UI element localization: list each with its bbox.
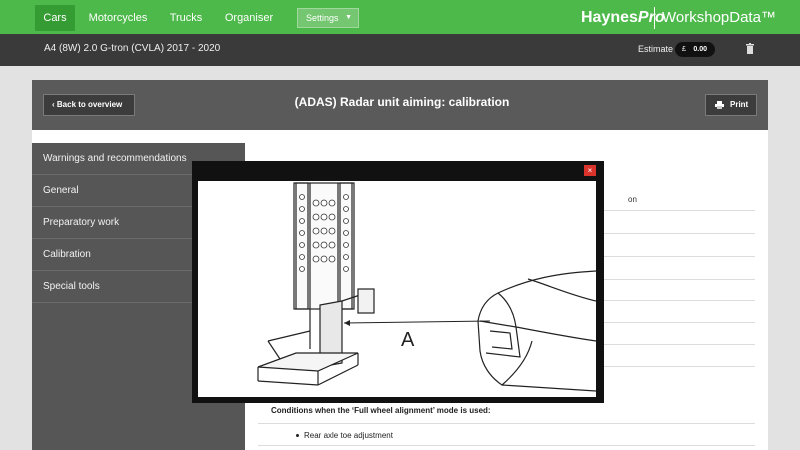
page-title: (ADAS) Radar unit aiming: calibration (294, 95, 510, 109)
conditions-heading: Conditions when the ‘Full wheel alignmen… (271, 406, 491, 415)
list-item-text: Rear axle toe adjustment (304, 431, 393, 440)
estimate-currency: £ (682, 46, 686, 53)
brand-product: WorkshopData™ (662, 9, 776, 26)
nav-tab-cars[interactable]: Cars (35, 5, 75, 31)
settings-label: Settings (306, 13, 339, 23)
vehicle-bar: A4 (8W) 2.0 G-tron (CVLA) 2017 - 2020 Es… (0, 34, 800, 66)
content-divider (258, 445, 755, 446)
nav-tab-organiser[interactable]: Organiser (219, 5, 279, 31)
trash-icon[interactable] (746, 43, 754, 54)
back-to-overview-button[interactable]: ‹ Back to overview (43, 94, 135, 116)
estimate-amount: 0.00 (693, 46, 707, 53)
figure-modal: × A (192, 161, 604, 403)
brand-pro: Pro (637, 9, 665, 26)
brand-haynes: Haynes (581, 9, 638, 26)
chevron-left-icon: ‹ (52, 100, 55, 109)
content-text-fragment: on (628, 195, 637, 204)
back-label: Back to overview (56, 100, 123, 109)
printer-icon (715, 101, 724, 109)
chevron-down-icon: ▼ (345, 14, 352, 21)
vehicle-title: A4 (8W) 2.0 G-tron (CVLA) 2017 - 2020 (44, 43, 221, 54)
print-button[interactable]: Print (705, 94, 757, 116)
close-icon[interactable]: × (584, 165, 596, 176)
top-nav: Cars Motorcycles Trucks Organiser Settin… (0, 0, 800, 34)
radar-calibration-illustration: A (257, 182, 596, 392)
nav-tab-motorcycles[interactable]: Motorcycles (84, 5, 152, 31)
estimate-total[interactable]: £ 0.00 (675, 42, 715, 57)
print-label: Print (730, 100, 749, 109)
brand-logo: HaynesPro (581, 7, 665, 29)
figure-label-a: A (401, 329, 415, 351)
panel-header: ‹ Back to overview (ADAS) Radar unit aim… (32, 80, 768, 130)
bullet-icon (296, 434, 299, 438)
content-divider (258, 423, 755, 424)
brand-divider (654, 7, 655, 29)
list-item: Rear axle toe adjustment (296, 431, 393, 440)
nav-tab-trucks[interactable]: Trucks (163, 5, 209, 31)
settings-dropdown[interactable]: Settings ▼ (297, 8, 359, 28)
estimate-label: Estimate (638, 44, 674, 54)
calibration-figure: A (198, 181, 596, 397)
